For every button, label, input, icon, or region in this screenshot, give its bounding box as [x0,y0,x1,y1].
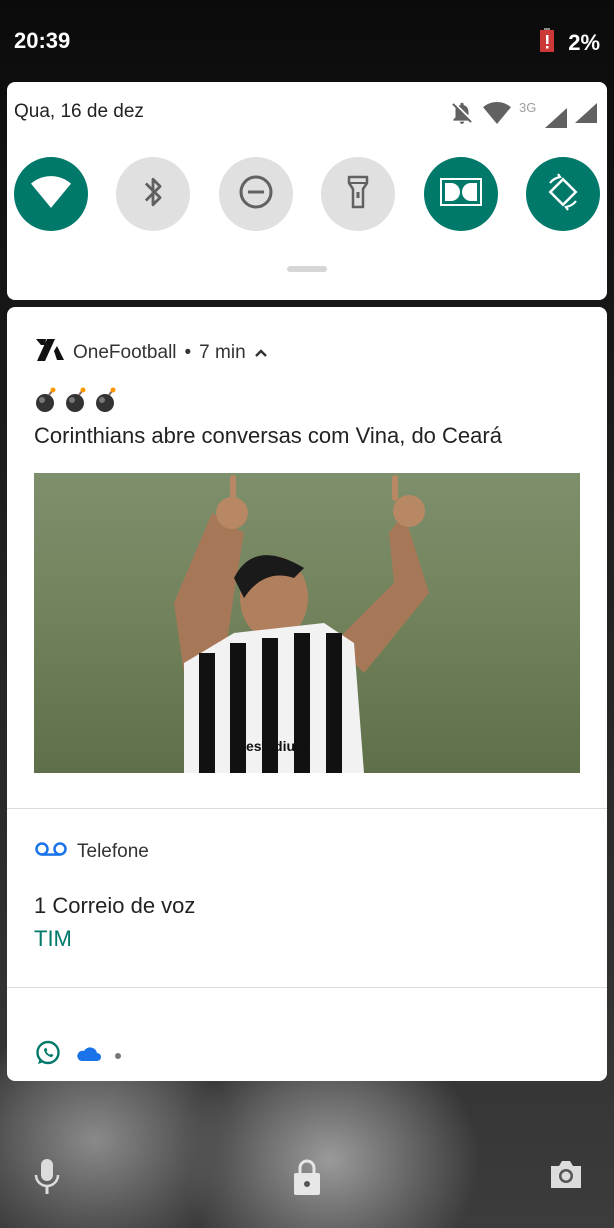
minimized-notifications[interactable] [35,1040,121,1071]
player-celebrating-image: estadium [174,475,429,773]
onefootball-logo-icon [35,337,65,369]
separator: • [184,342,192,363]
bomb-emoji [96,387,116,412]
cell-signal-icon [545,107,567,128]
bluetooth-icon [142,175,164,214]
system-icons: 3G [449,100,597,131]
onedrive-icon [75,1044,101,1067]
flashlight-icon [347,175,369,214]
voicemail-icon [35,841,67,863]
news-photo[interactable]: estadium [34,473,580,773]
quick-tiles [14,157,600,231]
auto-rotate-icon [544,172,582,216]
chevron-up-icon[interactable] [254,342,268,364]
shirt-sponsor-text: estadium [246,738,307,754]
wifi-icon [483,102,511,129]
battery-alert-icon [540,28,555,58]
battery-level: 2% [568,30,600,55]
tile-dolby[interactable] [423,157,498,231]
whatsapp-icon [35,1040,61,1071]
lock-icon[interactable] [292,1157,322,1202]
divider [7,987,607,988]
expand-handle[interactable] [287,266,327,272]
tile-wifi[interactable] [14,157,88,231]
tile-bluetooth[interactable] [116,157,191,231]
notification-header: OneFootball • 7 min [35,337,268,369]
cell-signal-group: 3G [519,100,567,128]
network-type: 3G [519,99,537,115]
clock: 20:39 [14,28,71,53]
more-dot [115,1052,121,1059]
quick-settings-panel[interactable]: Qua, 16 de dez 3G [7,82,607,300]
date-label[interactable]: Qua, 16 de dez [14,101,144,123]
battery-indicator: 2% [540,28,600,58]
notifications-off-icon [449,100,475,131]
notification-time: 7 min [199,342,246,363]
tile-do-not-disturb[interactable] [218,157,293,231]
camera-icon[interactable] [548,1157,584,1198]
bomb-emoji [66,387,86,412]
app-name: Telefone [77,841,149,862]
app-name: OneFootball [73,342,177,363]
status-bar: 20:39 2% [0,0,614,82]
do-not-disturb-icon [238,174,274,215]
notification-shade: OneFootball • 7 min Corinthians abre con… [7,307,607,1081]
cell-signal-icon [575,103,597,128]
divider [7,808,607,809]
carrier-name: TIM [34,926,72,951]
notification-headline: Corinthians abre conversas com Vina, do … [34,423,502,448]
notification-header: Telefone [35,841,149,863]
voicemail-title: 1 Correio de voz [34,893,196,918]
emoji-row [34,387,118,413]
dolby-icon [439,177,482,211]
wifi-icon [31,175,71,213]
bomb-emoji [36,387,56,412]
tile-flashlight[interactable] [321,157,396,231]
microphone-icon[interactable] [33,1157,61,1202]
tile-auto-rotate[interactable] [525,157,600,231]
